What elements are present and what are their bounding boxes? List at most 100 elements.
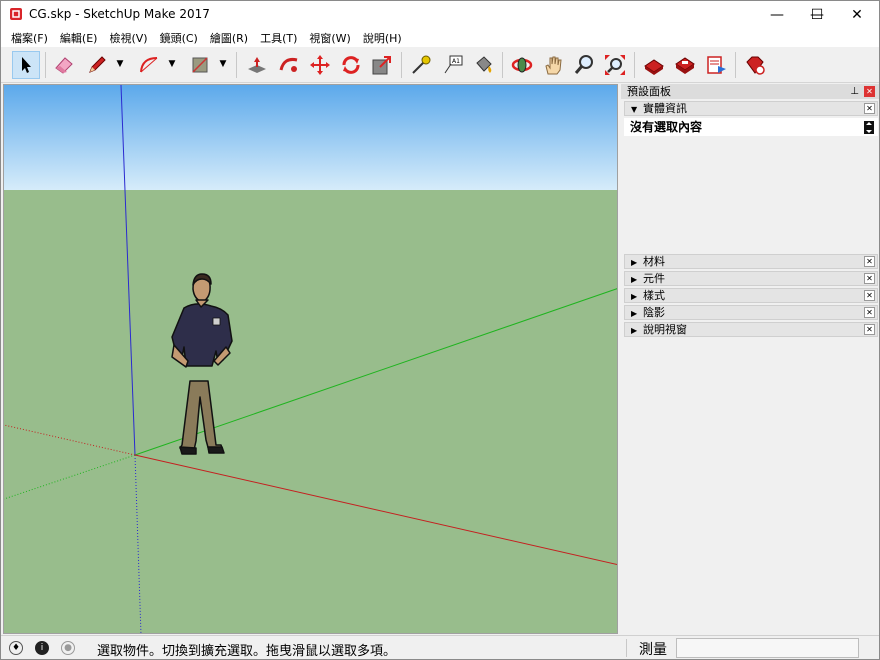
tray-close-icon[interactable]: ✕ <box>864 86 875 97</box>
components-label: 元件 <box>643 272 665 285</box>
text-tool-button[interactable]: A1 <box>439 51 467 79</box>
toolbar-separator <box>502 52 503 78</box>
rectangle-dropdown-icon[interactable]: ▼ <box>218 59 228 69</box>
toolbar-separator <box>236 52 237 78</box>
rectangle-icon <box>192 57 208 73</box>
scale-icon <box>372 56 391 75</box>
collapsed-triangle-icon: ▶ <box>631 275 638 284</box>
extension-manager-button[interactable] <box>741 51 769 79</box>
user-icon[interactable]: ● <box>61 641 75 655</box>
window-title: CG.skp - SketchUp Make 2017 <box>29 7 210 21</box>
styles-close-icon[interactable]: ✕ <box>864 290 875 301</box>
materials-header[interactable]: ▶ 材料 ✕ <box>624 254 878 269</box>
pin-icon[interactable]: ⊥ <box>850 84 859 99</box>
ground <box>4 190 617 633</box>
styles-header[interactable]: ▶ 樣式 ✕ <box>624 288 878 303</box>
menu-edit[interactable]: 編輯(E) <box>54 30 104 46</box>
status-message: 選取物件。切換到擴充選取。拖曳滑鼠以選取多項。 <box>97 644 397 659</box>
pan-tool-button[interactable] <box>539 51 567 79</box>
svg-text:A1: A1 <box>452 58 460 65</box>
toolbar-separator <box>634 52 635 78</box>
tape-measure-tool-button[interactable] <box>407 51 435 79</box>
menu-view[interactable]: 檢視(V) <box>103 30 153 46</box>
select-tool-button[interactable] <box>12 51 40 79</box>
follow-me-icon <box>279 58 298 72</box>
toggle-details-icon[interactable] <box>864 121 874 134</box>
toolbar-separator <box>45 52 46 78</box>
instructor-close-icon[interactable]: ✕ <box>864 324 875 335</box>
text-icon: A1 <box>444 55 463 74</box>
zoom-extents-tool-button[interactable] <box>601 51 629 79</box>
geo-location-icon[interactable]: ♦ <box>9 641 23 655</box>
materials-label: 材料 <box>643 255 665 268</box>
close-button[interactable]: ✕ <box>837 1 877 29</box>
extension-warehouse-icon <box>675 57 695 74</box>
tape-measure-icon <box>412 55 431 74</box>
toolbar-separator <box>401 52 402 78</box>
zoom-tool-button[interactable] <box>570 51 598 79</box>
move-icon <box>310 55 330 75</box>
info-icon[interactable]: i <box>35 641 49 655</box>
tray-title-label: 預設面板 <box>627 85 671 98</box>
extension-warehouse-button[interactable] <box>671 51 699 79</box>
entity-info-close-icon[interactable]: ✕ <box>864 103 875 114</box>
entity-info-label: 實體資訊 <box>643 102 687 115</box>
rotate-tool-button[interactable] <box>337 51 365 79</box>
arc-icon <box>140 57 158 73</box>
sketchup-logo-icon <box>10 8 22 20</box>
menu-draw[interactable]: 繪圖(R) <box>204 30 254 46</box>
close-icon: ✕ <box>851 7 863 23</box>
entity-info-content: 沒有選取內容 <box>624 118 878 136</box>
maximize-button[interactable]: ☐ <box>797 1 837 29</box>
menu-bar: 檔案(F) 編輯(E) 檢視(V) 鏡頭(C) 繪圖(R) 工具(T) 視窗(W… <box>1 29 879 47</box>
instructor-label: 說明視窗 <box>643 323 687 336</box>
toolbar-separator <box>735 52 736 78</box>
push-pull-icon <box>248 57 266 73</box>
shadows-header[interactable]: ▶ 陰影 ✕ <box>624 305 878 320</box>
pan-icon <box>545 56 562 75</box>
status-divider <box>626 639 627 657</box>
select-icon <box>22 57 31 73</box>
tray-title: 預設面板 ⊥ ✕ <box>621 84 879 99</box>
follow-me-tool-button[interactable] <box>275 51 303 79</box>
paint-bucket-tool-button[interactable] <box>470 51 498 79</box>
extension-manager-icon <box>746 56 765 75</box>
push-pull-tool-button[interactable] <box>243 51 271 79</box>
menu-window[interactable]: 視窗(W) <box>303 30 356 46</box>
status-bar: ♦ i ● 選取物件。切換到擴充選取。拖曳滑鼠以選取多項。 測量 <box>1 635 879 659</box>
instructor-header[interactable]: ▶ 說明視窗 ✕ <box>624 322 878 337</box>
arc-dropdown-icon[interactable]: ▼ <box>167 59 177 69</box>
pencil-tool-button[interactable] <box>83 51 111 79</box>
default-tray-panel: 預設面板 ⊥ ✕ ▼ 實體資訊 ✕ 沒有選取內容 ▶ 材料 ✕ ▶ 元件 ✕ ▶ 樣式 … <box>621 84 879 634</box>
no-selection-text: 沒有選取內容 <box>630 120 703 134</box>
shadows-close-icon[interactable]: ✕ <box>864 307 875 318</box>
menu-camera[interactable]: 鏡頭(C) <box>154 30 204 46</box>
layout-icon <box>707 56 726 74</box>
drawing-viewport[interactable] <box>3 84 618 634</box>
eraser-tool-button[interactable] <box>50 51 78 79</box>
menu-file[interactable]: 檔案(F) <box>5 30 54 46</box>
rectangle-tool-button[interactable] <box>186 51 214 79</box>
scale-tool-button[interactable] <box>368 51 396 79</box>
sketchup-window: CG.skp - SketchUp Make 2017 — — ☐ ✕ 檔案(F… <box>0 0 880 660</box>
components-header[interactable]: ▶ 元件 ✕ <box>624 271 878 286</box>
entity-info-header[interactable]: ▼ 實體資訊 ✕ <box>624 101 878 116</box>
layout-button[interactable] <box>702 51 730 79</box>
orbit-tool-button[interactable] <box>508 51 536 79</box>
sky <box>4 85 617 190</box>
measurements-input[interactable] <box>676 638 859 658</box>
materials-close-icon[interactable]: ✕ <box>864 256 875 267</box>
styles-label: 樣式 <box>643 289 665 302</box>
move-tool-button[interactable] <box>306 51 334 79</box>
components-close-icon[interactable]: ✕ <box>864 273 875 284</box>
minimize-button-2[interactable]: — <box>757 1 797 29</box>
warehouse-button[interactable] <box>640 51 668 79</box>
minimize-icon-2: — <box>770 7 784 23</box>
pencil-dropdown-icon[interactable]: ▼ <box>115 59 125 69</box>
menu-help[interactable]: 說明(H) <box>357 30 408 46</box>
menu-tools[interactable]: 工具(T) <box>254 30 303 46</box>
expanded-triangle-icon: ▼ <box>631 105 638 114</box>
scene-canvas[interactable] <box>4 85 618 634</box>
arc-tool-button[interactable] <box>135 51 163 79</box>
collapsed-triangle-icon: ▶ <box>631 258 638 267</box>
